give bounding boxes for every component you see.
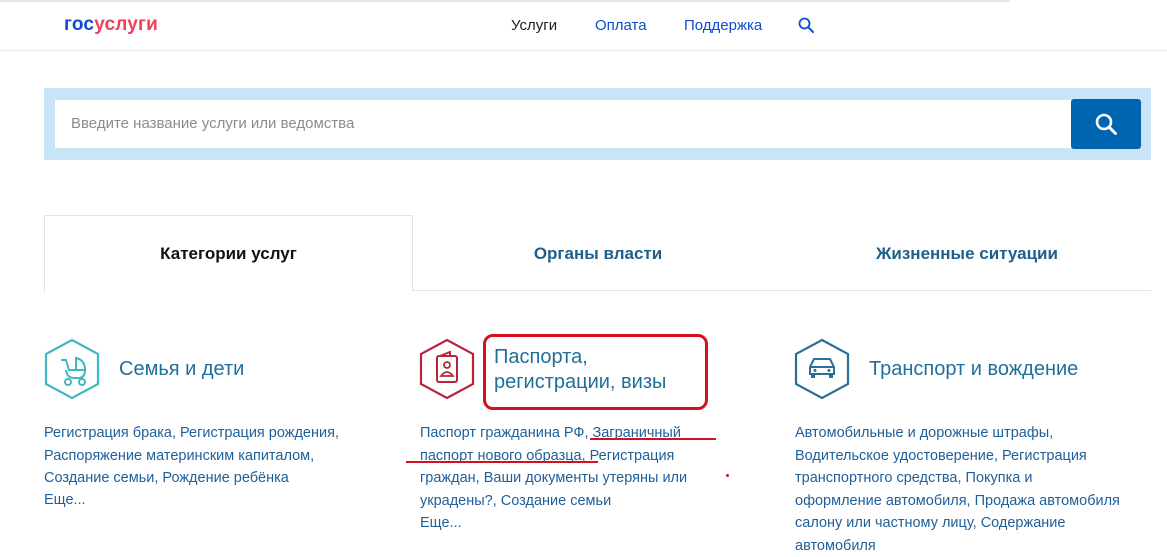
annotation-highlight-box <box>483 334 708 410</box>
annotation-underline-1 <box>590 438 716 440</box>
search-button[interactable] <box>1071 99 1141 149</box>
logo-part-uslugi: услуги <box>94 14 159 35</box>
annotation-dot <box>726 474 729 477</box>
tab-underline <box>413 290 1151 291</box>
stroller-icon <box>44 338 100 400</box>
passport-icon <box>419 338 475 400</box>
logo[interactable]: госуслуги <box>64 14 158 36</box>
search-input[interactable]: Введите название услуги или ведомства <box>55 100 1071 148</box>
category-family-title[interactable]: Семья и дети <box>119 357 244 382</box>
header: госуслуги Услуги Оплата Поддержка <box>0 0 1167 51</box>
tab-categories[interactable]: Категории услуг <box>44 244 413 264</box>
nav-support[interactable]: Поддержка <box>684 17 762 34</box>
logo-part-gos: гос <box>64 14 95 35</box>
category-transport-title[interactable]: Транспорт и вождение <box>869 357 1078 382</box>
category-passport-text[interactable]: Паспорт гражданина РФ, Заграничный паспо… <box>420 422 720 512</box>
nav-payment[interactable]: Оплата <box>595 17 647 34</box>
category-transport-text[interactable]: Автомобильные и дорожные штрафы, Водител… <box>795 422 1120 557</box>
category-family-text[interactable]: Регистрация брака, Регистрация рождения,… <box>44 422 374 490</box>
car-icon <box>794 338 850 400</box>
annotation-underline-2 <box>406 461 598 463</box>
nav-services[interactable]: Услуги <box>511 17 557 34</box>
tab-life-situations[interactable]: Жизненные ситуации <box>783 244 1151 264</box>
tab-authorities[interactable]: Органы власти <box>413 244 783 264</box>
category-family-more[interactable]: Еще... <box>44 489 374 512</box>
category-passport-more[interactable]: Еще... <box>420 512 750 535</box>
search-icon <box>1095 113 1117 135</box>
search-icon[interactable] <box>798 17 815 34</box>
